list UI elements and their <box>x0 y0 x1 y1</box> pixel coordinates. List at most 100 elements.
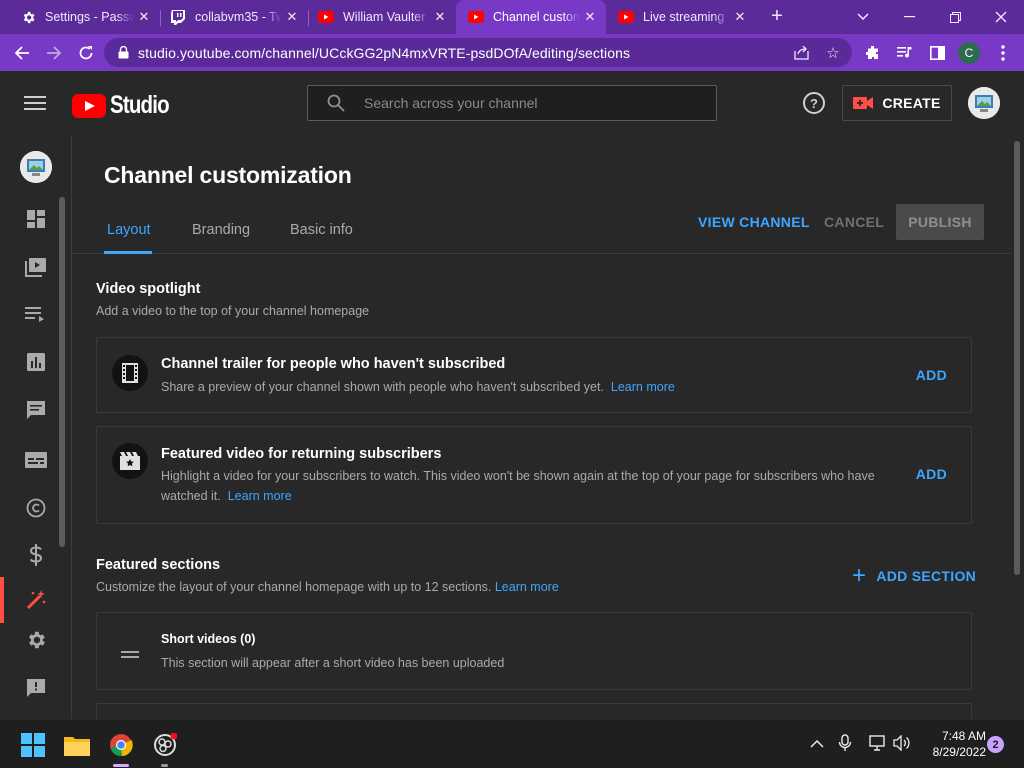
tab-branding[interactable]: Branding <box>192 222 250 238</box>
address-bar[interactable]: studio.youtube.com/channel/UCckGG2pN4mxV… <box>104 38 852 67</box>
gear-icon <box>20 9 36 25</box>
volume-icon[interactable] <box>893 734 911 754</box>
minimize-button[interactable] <box>886 0 932 34</box>
section-card-short-videos: Short videos (0) This section will appea… <box>96 612 972 690</box>
plus-icon: + <box>852 562 867 589</box>
share-icon[interactable] <box>792 44 810 62</box>
video-spotlight-subtitle: Add a video to the top of your channel h… <box>96 304 370 318</box>
sidebar-scrollbar[interactable] <box>59 197 65 547</box>
subtitles-icon <box>24 448 48 472</box>
obs-icon[interactable] <box>152 732 178 758</box>
url-text: studio.youtube.com/channel/UCckGG2pN4mxV… <box>138 44 631 61</box>
back-button[interactable] <box>9 40 35 66</box>
windows-taskbar: 7:48 AM 8/29/2022 2 <box>0 719 1024 768</box>
add-featured-video-button[interactable]: ADD <box>916 466 947 482</box>
learn-more-link[interactable]: Learn more <box>228 489 292 503</box>
windows-start-icon[interactable] <box>20 732 46 758</box>
chrome-icon[interactable] <box>108 732 134 758</box>
browser-tab-title: William Vaulter <box>343 10 426 24</box>
copyright-icon <box>24 496 48 520</box>
settings-gear-icon <box>24 628 48 652</box>
side-panel-icon[interactable] <box>926 42 948 64</box>
active-tab-indicator <box>104 251 152 254</box>
new-tab-button[interactable]: + <box>764 5 790 29</box>
help-icon[interactable]: ? <box>803 92 825 114</box>
featured-sections-title: Featured sections <box>96 557 221 573</box>
main-scrollbar[interactable] <box>1014 141 1020 575</box>
comments-icon <box>24 398 48 422</box>
extensions-icon[interactable] <box>862 42 884 64</box>
browser-tab-live-streaming[interactable]: Live streaming ✕ <box>598 0 756 34</box>
channel-trailer-desc-text: Share a preview of your channel shown wi… <box>161 380 604 394</box>
notification-badge[interactable]: 2 <box>987 736 1004 753</box>
browser-tab-strip: Settings - Passwords ✕ collabvm35 - Twit… <box>0 0 1024 34</box>
video-camera-icon <box>853 96 874 110</box>
video-spotlight-title: Video spotlight <box>96 281 201 297</box>
search-input[interactable] <box>364 95 684 111</box>
bookmark-star-icon[interactable]: ☆ <box>824 44 842 62</box>
browser-tab-title: Settings - Passwords <box>45 10 134 24</box>
clock-date: 8/29/2022 <box>932 745 986 759</box>
chrome-running-indicator <box>113 764 129 767</box>
feedback-icon <box>24 676 48 700</box>
channel-trailer-description: Share a preview of your channel shown wi… <box>161 377 675 397</box>
cancel-button[interactable]: CANCEL <box>824 214 884 230</box>
screen: Settings - Passwords ✕ collabvm35 - Twit… <box>0 0 1024 768</box>
lock-icon[interactable] <box>116 46 130 60</box>
browser-tab-twitch[interactable]: collabvm35 - Twitch ✕ <box>150 0 308 34</box>
featured-sections-subtitle-text: Customize the layout of your channel hom… <box>96 580 492 594</box>
tab-search-icon[interactable] <box>840 0 886 34</box>
studio-header: Studio ? CREATE <box>0 71 1024 135</box>
forward-button[interactable] <box>41 40 67 66</box>
media-control-icon[interactable] <box>894 42 916 64</box>
sidebar-item-settings[interactable] <box>0 617 72 663</box>
file-explorer-icon[interactable] <box>64 732 90 758</box>
youtube-icon <box>318 9 334 25</box>
studio-sidebar <box>0 135 72 719</box>
search-icon <box>326 93 346 113</box>
channel-search[interactable] <box>307 85 717 121</box>
close-window-button[interactable] <box>978 0 1024 34</box>
reload-button[interactable] <box>73 40 99 66</box>
learn-more-link[interactable]: Learn more <box>495 580 559 594</box>
add-section-button[interactable]: + ADD SECTION <box>852 562 976 589</box>
close-icon[interactable]: ✕ <box>430 9 450 25</box>
microphone-icon[interactable] <box>838 734 852 755</box>
add-trailer-button[interactable]: ADD <box>916 367 947 383</box>
tab-layout[interactable]: Layout <box>107 222 151 238</box>
close-icon[interactable]: ✕ <box>730 9 750 25</box>
account-avatar[interactable] <box>968 87 1000 119</box>
show-hidden-icons[interactable] <box>810 736 824 752</box>
system-clock[interactable]: 7:48 AM 8/29/2022 <box>918 728 986 760</box>
channel-trailer-card: Channel trailer for people who haven't s… <box>96 337 972 413</box>
browser-tab-william-vaulter[interactable]: William Vaulter ✕ <box>298 0 456 34</box>
youtube-logo-icon <box>72 93 106 118</box>
youtube-icon <box>468 9 484 25</box>
dollar-icon <box>24 543 48 567</box>
dashboard-icon <box>24 207 48 231</box>
browser-tab-channel-customization[interactable]: Channel customization ✕ <box>456 0 606 34</box>
studio-wordmark: Studio <box>110 91 170 119</box>
create-button[interactable]: CREATE <box>842 85 952 121</box>
network-icon[interactable] <box>869 735 887 754</box>
obs-running-indicator <box>161 764 168 767</box>
drag-handle-icon[interactable] <box>121 646 139 658</box>
video-library-icon <box>24 255 48 279</box>
publish-button[interactable]: PUBLISH <box>896 204 984 240</box>
twitch-icon <box>170 9 186 25</box>
close-icon[interactable]: ✕ <box>580 9 600 25</box>
chrome-profile-avatar[interactable]: C <box>958 42 980 64</box>
browser-tab-title: Channel customization <box>493 10 580 24</box>
view-channel-button[interactable]: VIEW CHANNEL <box>698 214 810 230</box>
learn-more-link[interactable]: Learn more <box>611 380 675 394</box>
menu-icon[interactable] <box>24 93 46 113</box>
more-menu-icon[interactable] <box>992 42 1014 64</box>
studio-logo[interactable]: Studio <box>72 91 182 120</box>
tab-basic-info[interactable]: Basic info <box>290 222 353 238</box>
section-card-next <box>96 703 972 719</box>
main-content: Channel customization Layout Branding Ba… <box>72 135 1024 719</box>
channel-avatar[interactable] <box>20 151 52 183</box>
restore-button[interactable] <box>932 0 978 34</box>
sidebar-item-feedback[interactable] <box>0 665 72 711</box>
browser-tab-settings[interactable]: Settings - Passwords ✕ <box>0 0 160 34</box>
